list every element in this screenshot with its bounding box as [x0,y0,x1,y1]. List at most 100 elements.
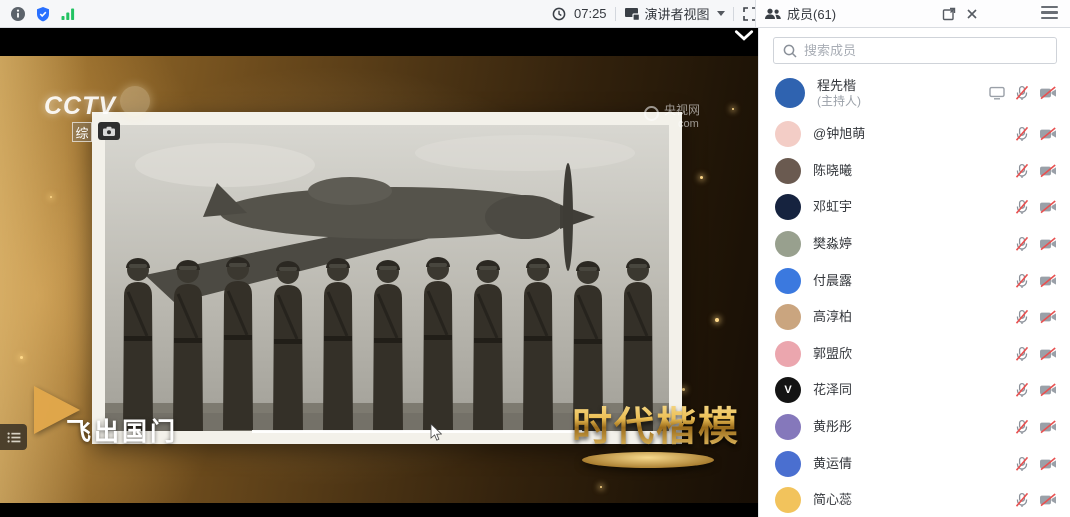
chevron-down-icon [717,11,725,16]
member-name: 花泽同 [813,382,852,398]
camera-off-icon[interactable] [1039,347,1057,361]
player-playlist-chip[interactable] [0,424,27,450]
member-row-host[interactable]: 程先楷 (主持人) [759,70,1070,116]
program-logo-text: 时代楷模 [572,394,740,452]
cntv-watermark: 央视网 com [644,104,700,131]
mic-muted-icon[interactable] [1014,382,1030,398]
close-panel-icon[interactable] [966,8,978,20]
video-caption: 飞出国门 [66,412,178,448]
mic-muted-icon[interactable] [1014,419,1030,435]
member-name: 郭盟欣 [813,346,852,362]
network-signal-icon[interactable] [60,6,76,22]
sparkle-dot [20,356,23,359]
member-name: 付晨露 [813,273,852,289]
camera-off-icon[interactable] [1039,200,1057,214]
mic-muted-icon[interactable] [1014,273,1030,289]
mic-muted-icon[interactable] [1014,163,1030,179]
members-tab-label: 成员(61) [787,4,836,23]
camera-off-icon[interactable] [1039,164,1057,178]
member-role: (主持人) [817,94,861,108]
meeting-timer: 07:25 [574,6,607,21]
member-row[interactable]: V 花泽同 [759,372,1070,409]
avatar: V [775,377,801,403]
camera-off-icon[interactable] [1039,420,1057,434]
list-icon [6,431,22,444]
avatar [775,304,801,330]
avatar [775,78,805,108]
collapse-toolbar-chevron-icon[interactable] [732,28,756,44]
member-row[interactable]: 黄彤彤 [759,409,1070,446]
sparkle-dot [682,388,685,391]
cctv-channel-number-bubble [120,86,150,116]
member-row[interactable]: @钟旭萌 [759,116,1070,153]
search-members-input[interactable] [773,37,1057,64]
avatar [775,194,801,220]
member-row[interactable]: 樊淼婷 [759,226,1070,263]
member-row[interactable]: 付晨露 [759,262,1070,299]
member-row[interactable]: 郭盟欣 [759,336,1070,373]
view-mode-label: 演讲者视图 [645,4,710,23]
cntv-ring-icon [644,106,659,121]
mic-muted-icon[interactable] [1014,85,1030,101]
program-logo-base [582,452,714,468]
mic-muted-icon[interactable] [1014,199,1030,215]
cctv-channel-sub-badge: 综 [72,122,92,142]
member-row[interactable]: 邓虹宇 [759,189,1070,226]
member-row[interactable]: 简心蕊 [759,482,1070,517]
toolbar-divider [615,7,616,21]
member-name: 高淳柏 [813,309,852,325]
shared-screen-video[interactable]: CCTV 综 央视网 com 飞出国门 时代楷模 [0,28,758,517]
mic-muted-icon[interactable] [1014,236,1030,252]
member-name: 黄彤彤 [813,419,852,435]
cctv-channel-logo: CCTV [44,92,116,121]
member-name: 程先楷 [817,78,861,94]
member-list: 程先楷 (主持人) @钟旭萌 陈晓曦 [759,70,1070,517]
member-name: 黄运倩 [813,456,852,472]
member-name: @钟旭萌 [813,126,865,142]
avatar [775,231,801,257]
camera-off-icon[interactable] [1039,457,1057,471]
members-people-icon [764,7,782,21]
avatar [775,158,801,184]
members-tab[interactable]: 成员(61) [764,4,836,23]
cntv-watermark-name: 央视网 [664,103,700,117]
mic-muted-icon[interactable] [1014,492,1030,508]
toolbar-divider [733,7,734,21]
mic-muted-icon[interactable] [1014,456,1030,472]
camera-off-icon[interactable] [1039,493,1057,507]
menu-hamburger-icon[interactable] [1041,6,1058,19]
member-name: 陈晓曦 [813,163,852,179]
mouse-cursor [430,424,442,442]
camera-off-icon[interactable] [1039,383,1057,397]
popout-panel-icon[interactable] [942,7,956,21]
camera-off-icon[interactable] [1039,86,1057,100]
meeting-app-window: 07:25 演讲者视图 成员(61) [0,0,1070,517]
photo-camera-chip [98,122,120,140]
member-row[interactable]: 黄运倩 [759,445,1070,482]
camera-off-icon[interactable] [1039,237,1057,251]
meeting-info-icon[interactable] [10,6,26,22]
mic-muted-icon[interactable] [1014,346,1030,362]
archive-photo [105,125,669,431]
view-mode-button[interactable]: 演讲者视图 [624,4,725,23]
member-row[interactable]: 高淳柏 [759,299,1070,336]
member-row[interactable]: 陈晓曦 [759,153,1070,190]
member-name: 邓虹宇 [813,199,852,215]
video-content: CCTV 综 央视网 com 飞出国门 时代楷模 [0,56,758,503]
camera-off-icon[interactable] [1039,274,1057,288]
avatar [775,451,801,477]
sparkle-dot [600,486,602,488]
member-search [773,37,1058,64]
search-icon [782,43,798,59]
mic-muted-icon[interactable] [1014,309,1030,325]
cntv-watermark-suffix: com [678,118,699,130]
avatar [775,487,801,513]
avatar [775,268,801,294]
security-shield-icon[interactable] [35,6,51,22]
sparkle-dot [50,196,52,198]
camera-off-icon[interactable] [1039,310,1057,324]
mic-muted-icon[interactable] [1014,126,1030,142]
sparkle-dot [715,318,719,322]
timer-clock-icon [552,7,566,21]
camera-off-icon[interactable] [1039,127,1057,141]
